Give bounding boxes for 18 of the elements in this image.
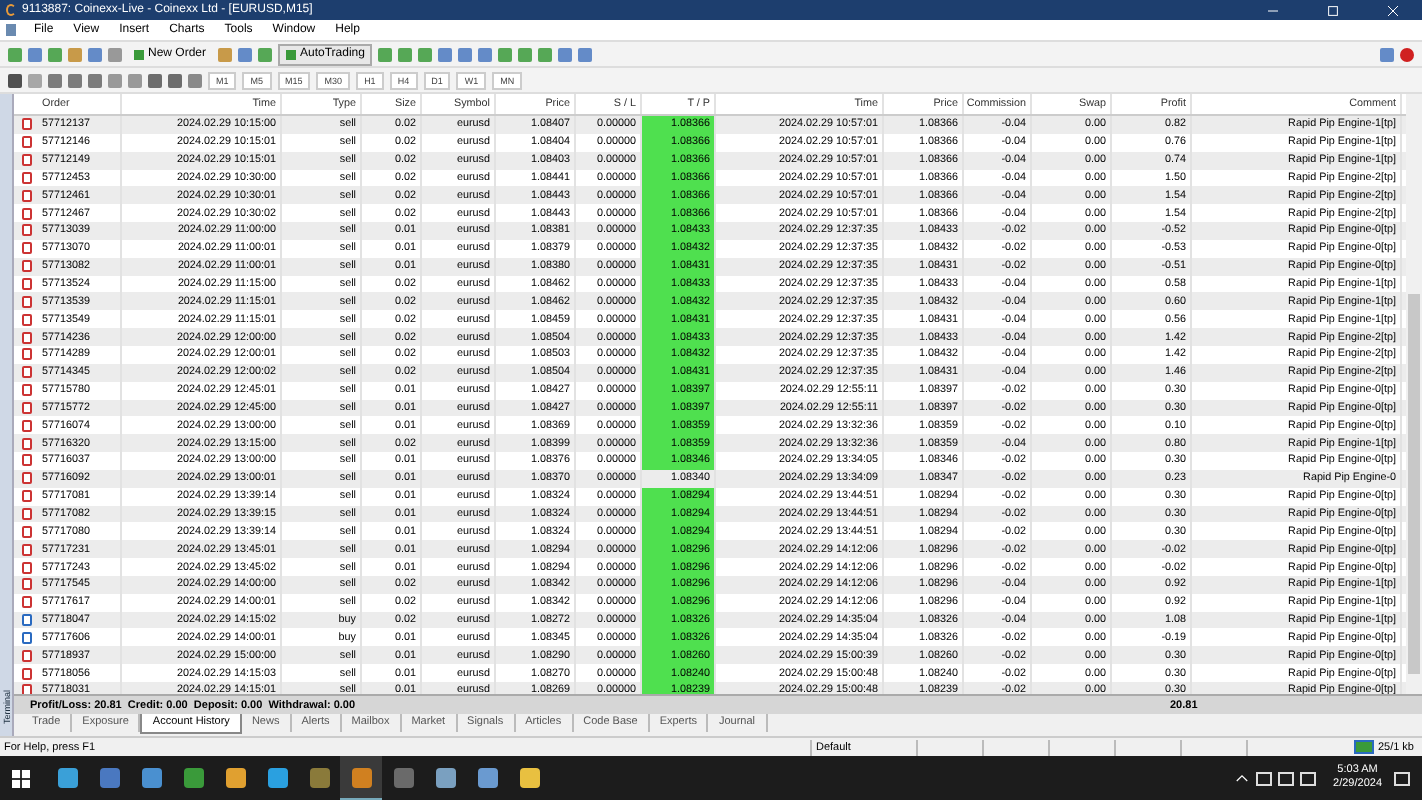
alert-icon[interactable] [1400, 47, 1414, 61]
app-logo-icon [6, 4, 16, 16]
minimize-icon[interactable] [1267, 5, 1277, 15]
app-icon[interactable] [225, 768, 245, 788]
scrollbar[interactable] [1406, 94, 1422, 694]
chevron-icon[interactable] [1235, 774, 1248, 782]
app-icon[interactable] [57, 768, 77, 788]
close-icon[interactable] [1387, 5, 1397, 15]
app-icon[interactable] [477, 768, 497, 788]
app-icon[interactable] [435, 768, 455, 788]
app-icon[interactable] [183, 768, 203, 788]
maximize-icon[interactable] [1327, 5, 1337, 15]
connection-icon [1353, 740, 1374, 754]
start-icon[interactable] [12, 769, 30, 787]
app-icon[interactable] [141, 768, 161, 788]
app-icon[interactable] [309, 768, 329, 788]
app-icon[interactable] [519, 768, 539, 788]
app-icon[interactable] [267, 768, 287, 788]
